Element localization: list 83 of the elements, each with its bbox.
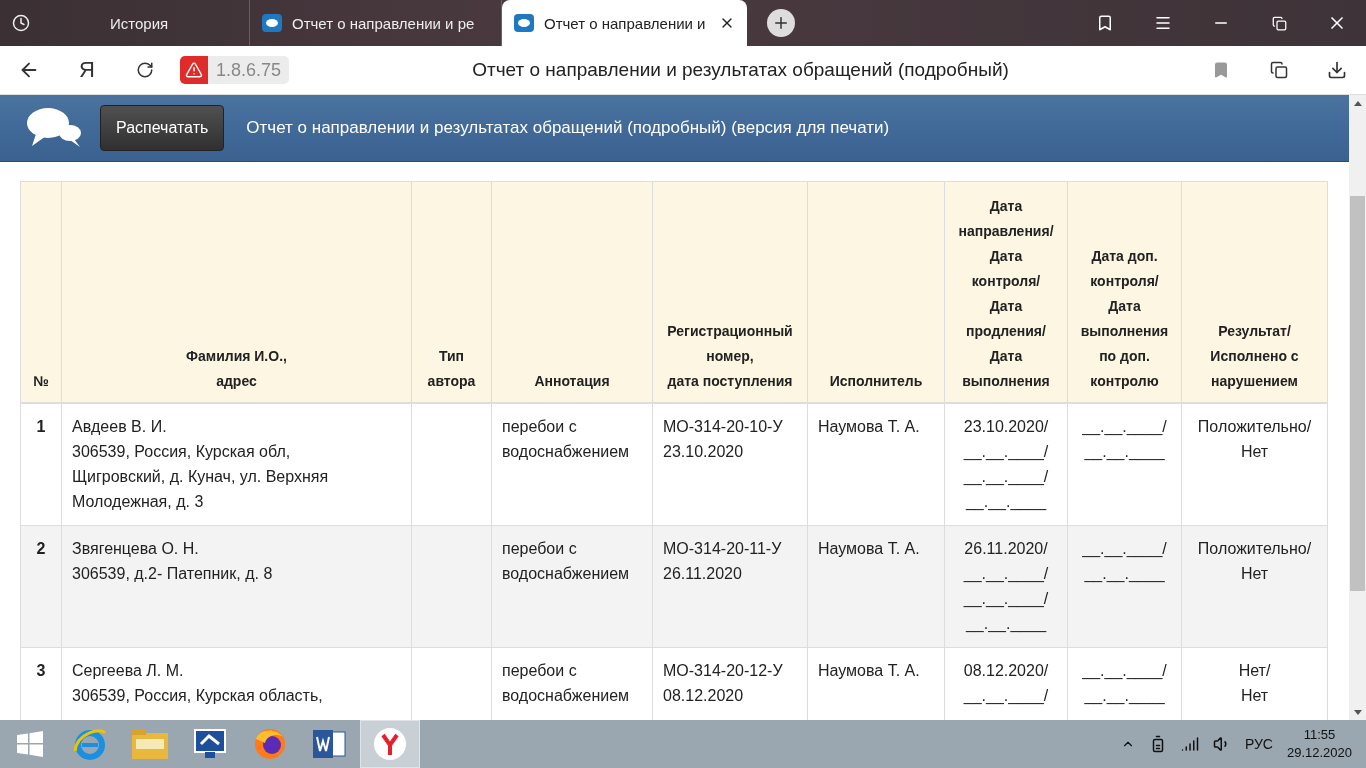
browser-logo[interactable]: Я [79, 57, 95, 83]
result-line: Положительно/ [1196, 417, 1313, 437]
result-line: Нет/ [1237, 661, 1272, 681]
menu-icon[interactable] [1154, 14, 1172, 32]
report-title: Отчет о направлении и результатах обращений (подробный) (версия для печати) [246, 118, 890, 138]
registration-line: 26.11.2020 [663, 564, 743, 584]
scroll-up-icon[interactable] [1353, 101, 1362, 106]
person-name: Сергеева Л. М. [72, 661, 185, 681]
remote-desktop-icon[interactable] [193, 728, 227, 760]
person-name: Авдеев В. И. [72, 417, 168, 437]
date-line: __.__.____/ [1081, 661, 1168, 682]
result-line: Нет [1239, 564, 1270, 584]
table-cell: Наумова Т. А. [807, 403, 945, 526]
print-button[interactable]: Распечатать [100, 105, 225, 151]
browser-tab[interactable]: Отчет о направлении и [502, 0, 747, 46]
speech-bubbles-icon [26, 106, 82, 150]
registration-line: МО-314-20-12-У [663, 661, 784, 681]
date-line: __.__.____/ [962, 564, 1050, 585]
column-header: Дата доп. контроля/ Дата выполнения по доп. контролю [1067, 181, 1182, 403]
date-line: 26.11.2020/ [963, 539, 1049, 559]
address-line: Молодежная, д. 3 [72, 492, 205, 512]
date-line: __.__.____/ [1081, 539, 1168, 560]
bookmark-icon[interactable] [1212, 61, 1230, 79]
person-name: Звягенцева О. Н. [72, 539, 200, 559]
annotation-line: водоснабжением [502, 686, 631, 706]
chat-bubble-icon [262, 14, 282, 32]
reload-icon[interactable] [136, 61, 154, 79]
yandex-browser-icon[interactable] [373, 727, 407, 761]
registration-line: 08.12.2020 [663, 686, 745, 706]
date-line: __.__.____/ [962, 686, 1050, 707]
date-line: __.__.____/ [962, 589, 1050, 610]
result-line: Нет [1239, 442, 1270, 462]
date-line: __.__.____/ [962, 442, 1050, 463]
column-header: Тип автора [411, 181, 492, 403]
clock[interactable]: 11:55 29.12.2020 [1286, 726, 1352, 762]
date-line: __.__.____/ [962, 467, 1050, 488]
plus-icon [772, 14, 790, 32]
address-line: Щигровский, д. Кунач, ул. Верхняя [72, 467, 330, 487]
column-header: Аннотация [491, 181, 653, 403]
result-line: Положительно/ [1196, 539, 1313, 559]
language-indicator[interactable]: РУС [1244, 736, 1273, 752]
date-line: 08.12.2020/ [962, 661, 1050, 681]
date-line: __.__.____ [1083, 564, 1166, 585]
column-header: Результат/ Исполнено с нарушением [1181, 181, 1328, 403]
date-line: __.__.____ [964, 492, 1048, 513]
table-cell: 1 [20, 403, 62, 526]
date-line: __.__.____ [1083, 686, 1166, 707]
column-header: Регистрационный номер, дата поступления [652, 181, 808, 403]
result-line: Нет [1239, 686, 1270, 706]
registration-line: МО-314-20-11-У [663, 539, 783, 559]
date-line: __.__.____ [1083, 442, 1166, 463]
restore-icon[interactable] [1271, 15, 1287, 31]
bookmarks-icon[interactable] [1096, 14, 1114, 32]
word-icon[interactable] [313, 728, 347, 760]
date-line: __.__.____/ [1081, 417, 1168, 438]
download-icon[interactable] [1327, 60, 1347, 80]
registration-line: МО-314-20-10-У [663, 417, 784, 437]
scrollbar[interactable] [1349, 95, 1366, 720]
registration-line: 23.10.2020 [663, 442, 745, 462]
date-line: 23.10.2020/ [962, 417, 1050, 437]
table-cell: Наумова Т. А. [807, 525, 945, 648]
new-tab-button[interactable] [767, 9, 795, 37]
firefox-icon[interactable] [253, 727, 287, 761]
page-title: Отчет о направлении и результатах обращений (подробный) [472, 59, 1009, 80]
annotation-line: водоснабжением [502, 564, 631, 584]
clock-icon [12, 14, 30, 32]
annotation-line: перебои с [502, 661, 578, 681]
date-line: __.__.____ [964, 614, 1048, 635]
chat-bubble-icon [514, 14, 534, 32]
warning-icon[interactable] [180, 56, 208, 84]
column-header: № [20, 181, 62, 403]
column-header: Исполнитель [807, 181, 945, 403]
column-header: Дата направления/ Дата контроля/ Дата продления/ Дата выполнения [944, 181, 1068, 403]
address-line: 306539, Россия, Курская обл, [72, 442, 292, 462]
signal-icon[interactable] [1180, 735, 1199, 753]
scroll-down-icon[interactable] [1353, 710, 1362, 715]
address-line: 306539, Россия, Курская область, [72, 686, 324, 706]
column-header: Фамилия И.О., адрес [61, 181, 412, 403]
annotation-line: водоснабжением [502, 442, 631, 462]
table-cell: 2 [20, 525, 62, 648]
annotation-line: перебои с [502, 539, 578, 559]
address-line: 306539, д.2- Патепник, д. 8 [72, 564, 274, 584]
annotation-line: перебои с [502, 417, 578, 437]
